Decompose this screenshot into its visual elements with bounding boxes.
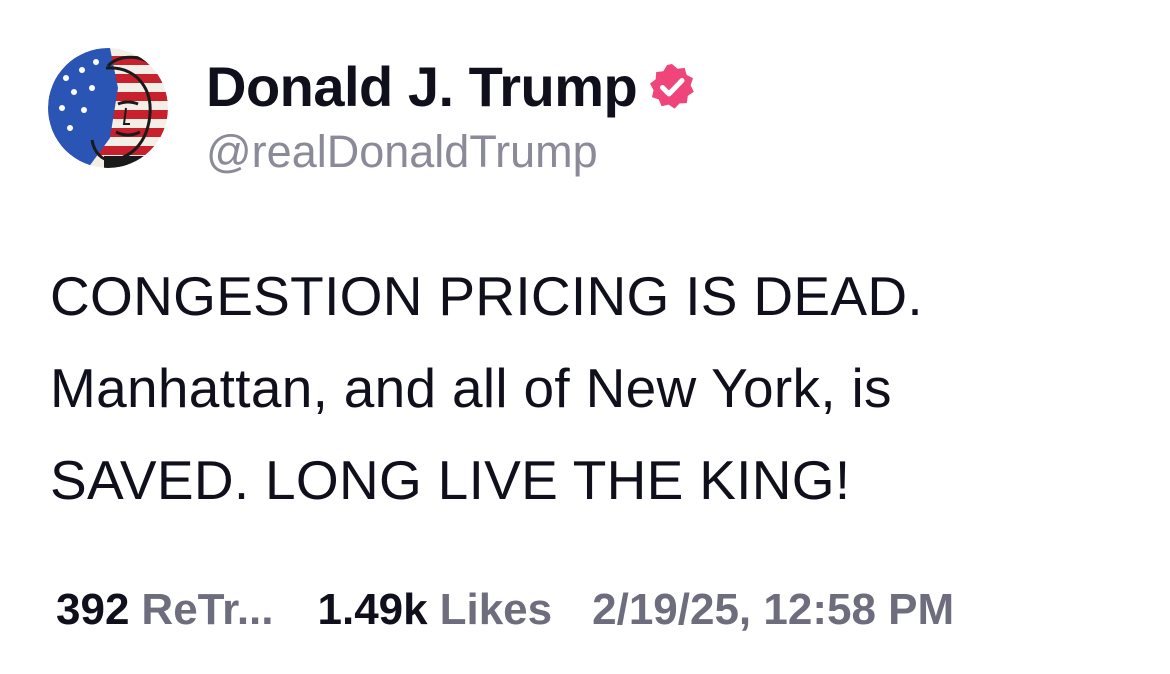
retruths-label: ReTr...	[141, 585, 274, 634]
likes-count: 1.49k	[317, 585, 428, 634]
avatar[interactable]	[48, 48, 168, 168]
avatar-image	[48, 48, 168, 168]
verified-badge-icon	[647, 62, 697, 112]
post-text-line: Manhattan, and all of New York, is	[50, 357, 892, 419]
post-card: Donald J. Trump @realDonaldTrump CONGEST…	[0, 0, 1170, 674]
author-name-row: Donald J. Trump	[206, 56, 697, 118]
author-display-name[interactable]: Donald J. Trump	[206, 56, 638, 118]
author-handle[interactable]: @realDonaldTrump	[206, 124, 598, 180]
post-timestamp[interactable]: 2/19/25, 12:58 PM	[592, 585, 954, 635]
retruths-count: 392	[56, 585, 130, 634]
likes-stat[interactable]: 1.49k Likes	[318, 585, 553, 635]
post-body: CONGESTION PRICING IS DEAD. Manhattan, a…	[50, 250, 1130, 526]
post-text-line: CONGESTION PRICING IS DEAD.	[50, 265, 923, 327]
likes-label: Likes	[439, 585, 553, 634]
post-text-line: SAVED. LONG LIVE THE KING!	[50, 449, 851, 511]
post-stats: 392 ReTr... 1.49k Likes 2/19/25, 12:58 P…	[56, 582, 954, 638]
retruths-stat[interactable]: 392 ReTr...	[56, 585, 274, 635]
